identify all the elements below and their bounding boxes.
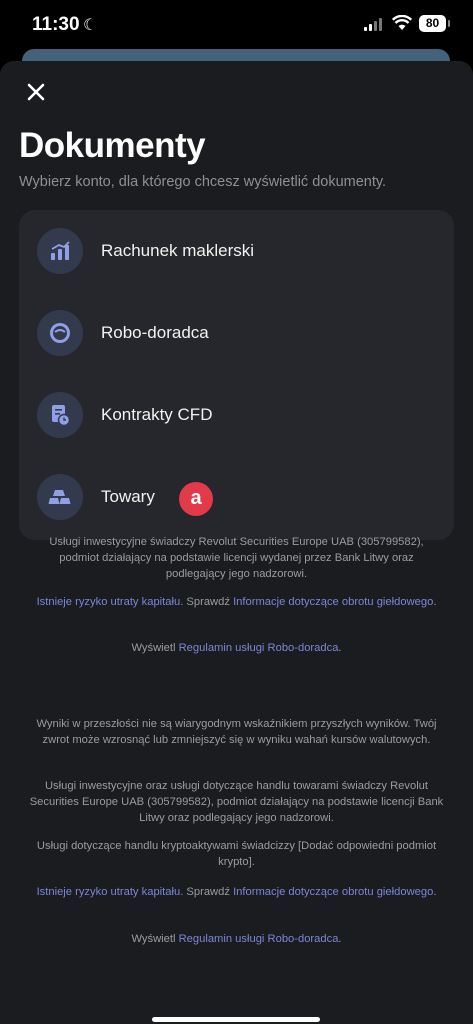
robo-terms-link[interactable]: Regulamin usługi Robo-doradca [179,642,339,654]
home-indicator[interactable] [152,1017,320,1022]
account-item-cfd[interactable]: Kontrakty CFD [19,374,454,456]
page-subtitle: Wybierz konto, dla którego chcesz wyświe… [19,174,387,190]
moon-icon: ☾ [83,17,98,34]
battery-indicator: 80 [419,15,450,32]
risk-link[interactable]: Istnieje ryzyko utraty kapitału. [37,596,184,608]
trading-info-link[interactable]: Informacje dotyczące obrotu giełdowego [233,596,433,608]
page-title: Dokumenty [19,126,206,165]
account-item-robo-advisor[interactable]: Robo-doradca [19,292,454,374]
bar-chart-icon [37,228,83,274]
robo-advisor-icon [37,310,83,356]
account-item-brokerage[interactable]: Rachunek maklerski [19,210,454,292]
close-icon[interactable] [24,80,48,104]
terms-notice: Wyświetl Regulamin usługi Robo-doradca. [131,642,342,654]
terms-notice-2: Wyświetl Regulamin usługi Robo-doradca. [131,933,342,945]
status-time: 11:30 [32,14,80,35]
signal-icon [364,17,382,31]
accounts-list: Rachunek maklerski Robo-doradca Kontrakt… [19,210,454,540]
past-performance-paragraph: Wyniki w przeszłości nie są wiarygodnym … [36,718,437,746]
disclaimer-paragraph: Usługi inwestycyjne świadczy Revolut Sec… [49,536,424,580]
risk-link[interactable]: Istnieje ryzyko utraty kapitału. [37,886,184,898]
robo-terms-link[interactable]: Regulamin usługi Robo-doradca [179,933,339,945]
trading-info-link[interactable]: Informacje dotyczące obrotu giełdowego [233,886,433,898]
account-label: Kontrakty CFD [101,405,213,424]
document-clock-icon [37,392,83,438]
account-label: Towary [101,487,155,506]
account-item-commodities[interactable]: Towary [19,456,454,538]
wifi-icon [392,15,412,30]
annotation-badge: a [179,482,213,516]
disclaimer-paragraph-commodities: Usługi inwestycyjne oraz usługi dotycząc… [29,780,444,824]
gold-bars-icon [37,474,83,520]
status-bar: 11:30 ☾ 80 [0,0,473,50]
risk-notice: Istnieje ryzyko utraty kapitału. Sprawdź… [36,596,437,608]
account-label: Robo-doradca [101,323,209,342]
risk-notice-2: Istnieje ryzyko utraty kapitału. Sprawdź… [36,886,437,898]
account-label: Rachunek maklerski [101,241,255,260]
crypto-disclaimer-paragraph: Usługi dotyczące handlu kryptoaktywami ś… [36,840,437,868]
